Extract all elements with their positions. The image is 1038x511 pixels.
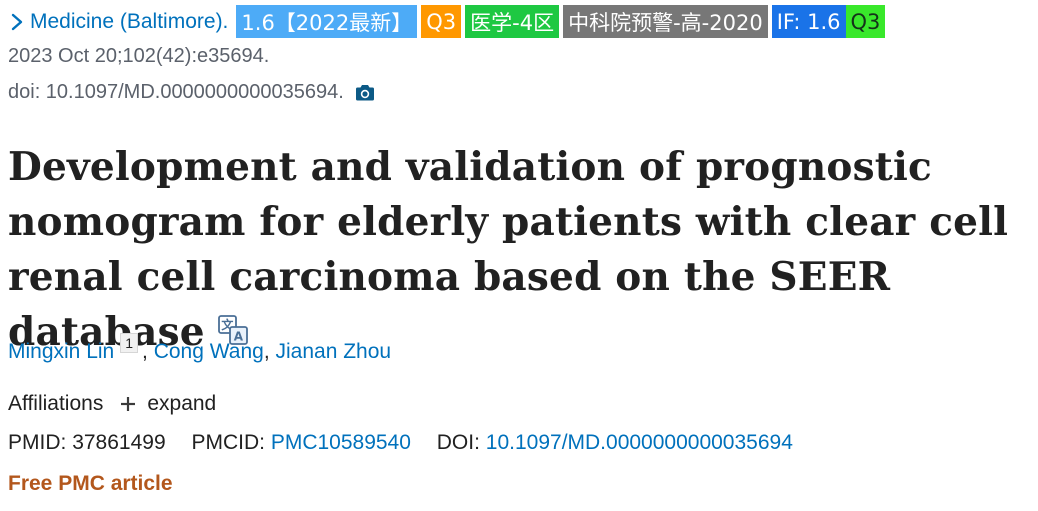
author-link[interactable]: Mingxin Lin — [8, 340, 114, 363]
author-separator: , — [263, 340, 276, 363]
article-title-text: Development and validation of prognostic… — [8, 144, 1009, 355]
author-list: Mingxin Lin 1, Cong Wang, Jianan Zhou — [8, 333, 392, 364]
impact-factor-year-badge: 1.6【2022最新】 — [236, 5, 418, 38]
pmcid-label: PMCID: — [191, 431, 265, 454]
author-link[interactable]: Cong Wang — [154, 340, 264, 363]
jcr-quartile-badge: Q3 — [845, 5, 886, 38]
free-pmc-article-link[interactable]: Free PMC article — [8, 472, 173, 496]
pmid-label: PMID: — [8, 431, 67, 454]
expand-label: expand — [147, 392, 217, 415]
expand-affiliations-button[interactable]: expand — [119, 392, 216, 416]
author-link[interactable]: Jianan Zhou — [276, 340, 392, 363]
doi-line: doi: 10.1097/MD.0000000000035694. — [8, 81, 376, 104]
quartile-badge: Q3 — [421, 5, 462, 38]
warning-badge: 中科院预警-高-2020 — [563, 5, 768, 38]
camera-icon[interactable] — [354, 84, 376, 102]
journal-link[interactable]: Medicine (Baltimore). — [8, 10, 228, 34]
identifiers-row: PMID: 37861499 PMCID: PMC10589540 DOI: 1… — [8, 431, 793, 455]
affiliations-label: Affiliations — [8, 392, 104, 415]
affiliations-row: Affiliations expand — [8, 392, 216, 416]
doi-label: DOI: — [436, 431, 480, 454]
citation-line: 2023 Oct 20;102(42):e35694. — [8, 45, 270, 67]
chevron-right-icon — [8, 11, 26, 33]
author-separator: , — [142, 340, 154, 363]
doi-link[interactable]: 10.1097/MD.0000000000035694 — [486, 431, 793, 454]
pmcid-link[interactable]: PMC10589540 — [271, 431, 411, 454]
pmid-value: 37861499 — [72, 431, 166, 454]
doi-text: doi: 10.1097/MD.0000000000035694. — [8, 81, 344, 103]
affiliation-marker[interactable]: 1 — [120, 333, 139, 353]
article-title: Development and validation of prognostic… — [8, 140, 1038, 360]
cas-zone-badge: 医学-4区 — [465, 5, 560, 38]
journal-row: Medicine (Baltimore). 1.6【2022最新】 Q3 医学-… — [8, 5, 886, 38]
impact-factor-badge: IF: 1.6 — [771, 5, 846, 38]
journal-name: Medicine (Baltimore). — [30, 9, 229, 33]
plus-icon — [119, 395, 137, 413]
